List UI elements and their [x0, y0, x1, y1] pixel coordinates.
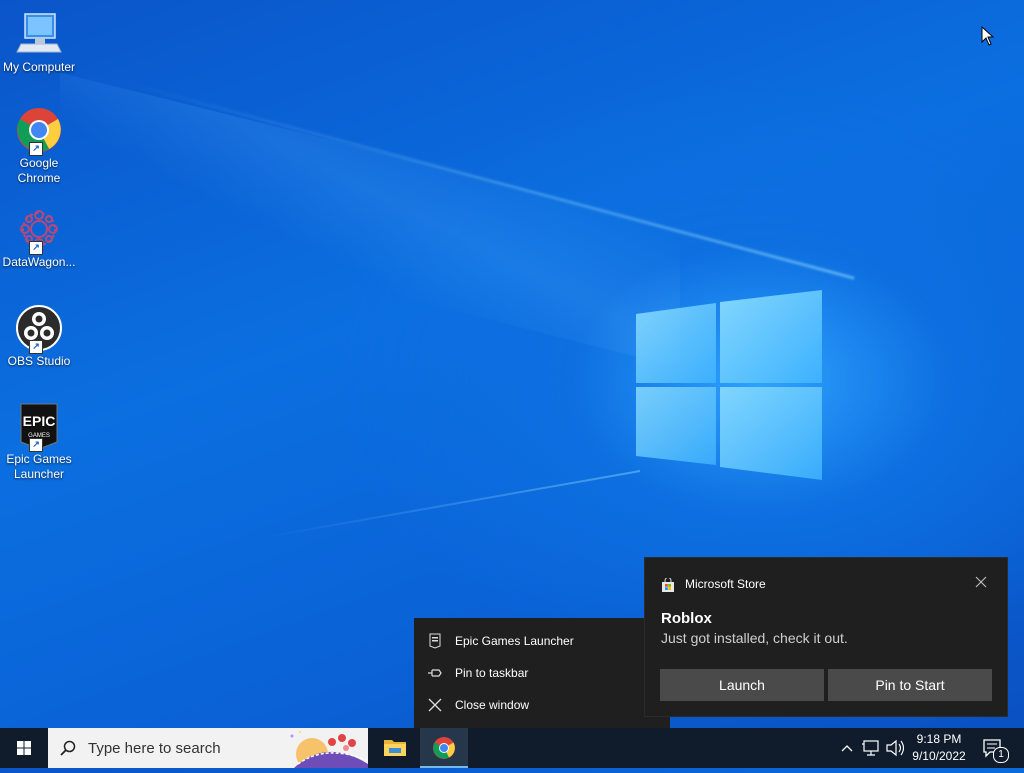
taskbar-clock[interactable]: 9:18 PM 9/10/2022 — [905, 731, 973, 765]
microsoft-store-icon — [662, 578, 674, 592]
taskbar-jump-list: Epic Games Launcher Pin to taskbar Close… — [414, 618, 670, 728]
taskbar-google-chrome[interactable] — [420, 728, 468, 768]
desktop-icon-epic-games-launcher[interactable]: EPIC GAMES ↗ Epic Games Launcher — [0, 402, 78, 482]
jump-list-label: Epic Games Launcher — [455, 634, 574, 648]
epic-games-icon: EPIC GAMES ↗ — [15, 402, 63, 452]
notification-count-badge: 1 — [993, 747, 1009, 763]
desktop-icon-label: Google Chrome — [17, 156, 61, 185]
show-hidden-icons-chevron-icon[interactable] — [838, 728, 856, 768]
network-icon[interactable] — [860, 728, 882, 768]
action-center-button[interactable]: 1 — [980, 728, 1010, 768]
search-icon — [60, 740, 76, 756]
toast-notification[interactable]: Microsoft Store Roblox Just got installe… — [644, 557, 1008, 717]
toast-app-name: Microsoft Store — [685, 577, 766, 591]
pin-to-start-button[interactable]: Pin to Start — [828, 669, 992, 701]
close-icon — [428, 698, 442, 712]
chrome-icon: ↗ — [15, 106, 63, 156]
file-explorer-icon — [384, 740, 406, 756]
desktop-icon-obs-studio[interactable]: ↗ OBS Studio — [0, 304, 78, 369]
datawagon-icon: ↗ — [15, 205, 63, 255]
clock-date: 9/10/2022 — [912, 749, 966, 763]
desktop-icon-label: My Computer — [2, 60, 76, 74]
search-highlight-illustration — [290, 731, 368, 768]
computer-icon — [15, 10, 63, 58]
desktop-icon-label: DataWagon... — [2, 255, 76, 269]
shortcut-arrow-icon: ↗ — [29, 241, 43, 255]
shortcut-arrow-icon: ↗ — [29, 340, 43, 354]
taskbar: Type here to search 9:18 PM 9/10/2022 1 — [0, 728, 1024, 768]
jump-list-item-pin-to-taskbar[interactable]: Pin to taskbar — [414, 659, 670, 687]
volume-icon[interactable] — [884, 728, 906, 768]
windows-start-icon — [17, 741, 31, 755]
desktop-icon-google-chrome[interactable]: ↗ Google Chrome — [0, 106, 78, 186]
epic-logo-text: EPIC — [23, 413, 56, 429]
desktop-icon-my-computer[interactable]: My Computer — [0, 10, 78, 75]
windows-logo-wallpaper — [636, 290, 822, 480]
epic-games-small-icon — [429, 633, 441, 649]
launch-button[interactable]: Launch — [660, 669, 824, 701]
taskbar-file-explorer[interactable] — [371, 728, 419, 768]
desktop-icon-label: Epic Games Launcher — [6, 452, 72, 481]
jump-list-item-close-window[interactable]: Close window — [414, 691, 670, 719]
toast-title: Roblox — [661, 610, 712, 627]
wallpaper-light-ray — [265, 470, 641, 538]
jump-list-label: Close window — [455, 698, 530, 712]
pin-icon — [428, 669, 442, 677]
obs-icon: ↗ — [15, 304, 63, 354]
jump-list-label: Pin to taskbar — [455, 666, 529, 680]
wallpaper-light-beam — [60, 72, 680, 368]
desktop-icon-label: OBS Studio — [7, 354, 71, 368]
start-button[interactable] — [0, 728, 48, 768]
toast-body: Just got installed, check it out. — [661, 630, 848, 646]
shortcut-arrow-icon: ↗ — [29, 438, 43, 452]
jump-list-item-epic-games-launcher[interactable]: Epic Games Launcher — [414, 627, 670, 655]
shortcut-arrow-icon: ↗ — [29, 142, 43, 156]
clock-time: 9:18 PM — [916, 732, 962, 746]
mouse-cursor-icon — [981, 26, 995, 46]
search-placeholder: Type here to search — [88, 740, 221, 757]
chrome-icon — [433, 737, 455, 759]
desktop-icon-datawagon[interactable]: ↗ DataWagon... — [0, 205, 78, 270]
toast-close-icon[interactable] — [973, 574, 989, 590]
taskbar-search-box[interactable]: Type here to search — [48, 728, 368, 768]
